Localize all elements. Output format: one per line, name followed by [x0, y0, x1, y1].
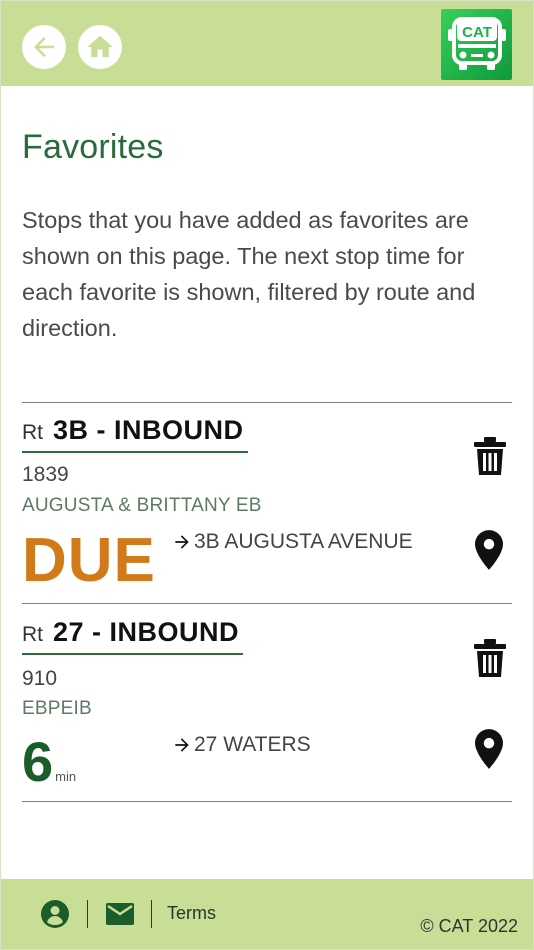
divider — [22, 603, 512, 604]
trash-icon[interactable] — [473, 638, 507, 678]
favorite-card: Rt 3B - INBOUND 1839 AUGUSTA & BRITTANY … — [22, 415, 512, 603]
divider — [22, 801, 512, 802]
arrow-left-icon — [34, 37, 54, 57]
favorite-card: Rt 27 - INBOUND 910 EBPEIB 6 min 27 WATER… — [22, 617, 512, 802]
stop-number: 1839 — [22, 463, 69, 486]
account-icon — [41, 900, 69, 928]
page-title: Favorites — [22, 128, 164, 166]
stop-name: EBPEIB — [22, 698, 92, 719]
route-prefix: Rt — [22, 623, 43, 646]
bus-logo-icon: CAT — [447, 16, 506, 70]
destination: 27 WATERS — [172, 733, 311, 757]
arrival-unit: min — [55, 769, 77, 784]
divider — [22, 402, 512, 403]
trash-icon[interactable] — [473, 436, 507, 476]
destination-label: 27 WATERS — [194, 733, 311, 756]
route-name: 27 - INBOUND — [53, 617, 240, 647]
arrival-status: DUE — [22, 526, 156, 595]
route-name: 3B - INBOUND — [53, 415, 244, 445]
home-button[interactable] — [78, 25, 122, 69]
cat-logo[interactable]: CAT — [441, 9, 512, 80]
account-button[interactable] — [40, 899, 70, 929]
arrival-minutes: 6 min — [22, 734, 76, 790]
page-intro: Stops that you have added as favorites a… — [22, 207, 476, 341]
route-prefix: Rt — [22, 421, 43, 444]
destination: 3B AUGUSTA AVENUE — [172, 530, 413, 554]
mail-icon — [106, 903, 134, 925]
back-button[interactable] — [22, 25, 66, 69]
map-pin-icon[interactable] — [475, 530, 503, 570]
home-icon — [87, 35, 113, 57]
stop-number: 910 — [22, 667, 58, 690]
map-pin-icon[interactable] — [475, 729, 503, 769]
footer-separator — [151, 900, 152, 928]
contact-button[interactable] — [105, 899, 135, 929]
route-heading[interactable]: Rt 27 - INBOUND — [22, 617, 244, 655]
arrow-right-icon — [175, 535, 189, 549]
copyright: © CAT 2022 — [420, 916, 518, 936]
app-header: CAT — [0, 0, 534, 86]
stop-name: AUGUSTA & BRITTANY EB — [22, 495, 262, 516]
footer-separator — [87, 900, 88, 928]
logo-text: CAT — [462, 24, 492, 41]
destination-label: 3B AUGUSTA AVENUE — [194, 530, 413, 553]
arrow-right-icon — [175, 738, 189, 752]
arrival-value: 6 — [22, 730, 54, 793]
route-heading[interactable]: Rt 3B - INBOUND — [22, 415, 248, 453]
app-footer: Terms © CAT 2022 — [0, 879, 534, 950]
terms-link[interactable]: Terms — [167, 903, 216, 924]
